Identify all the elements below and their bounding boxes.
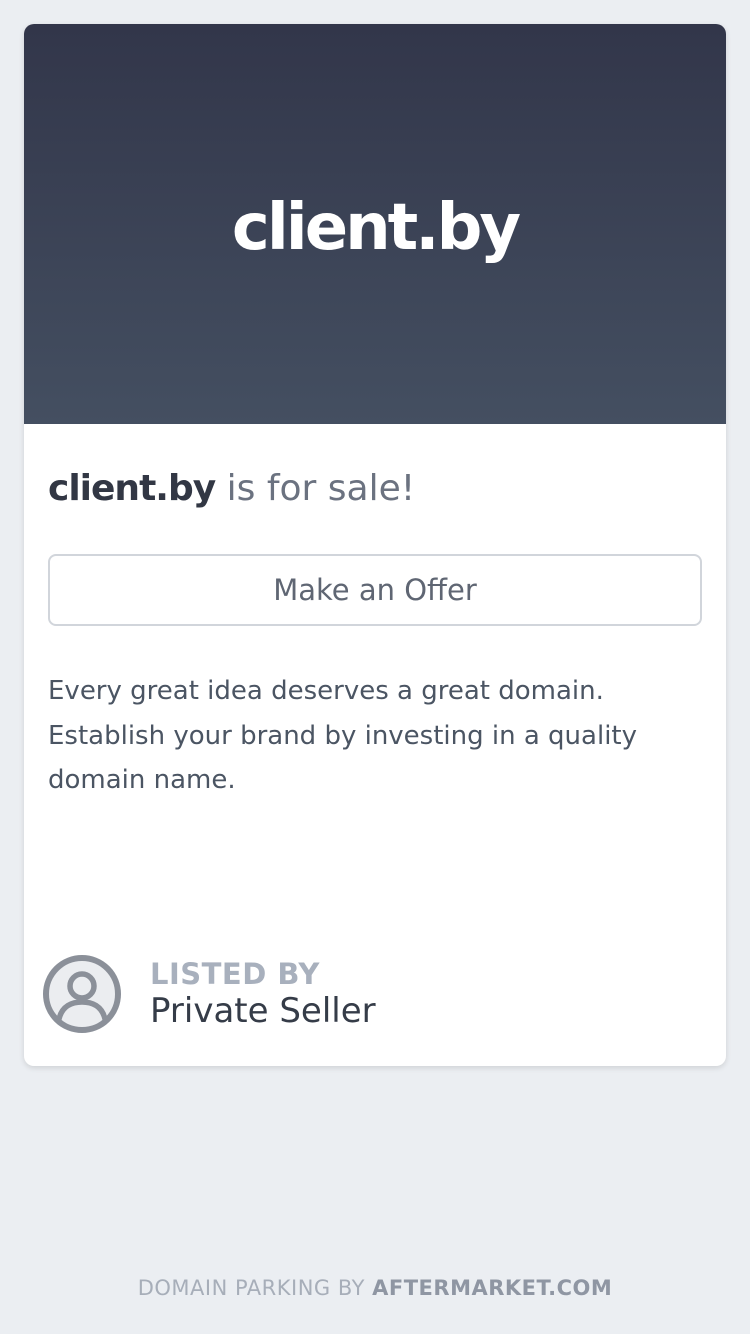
seller-name: Private Seller xyxy=(150,991,376,1031)
make-offer-button[interactable]: Make an Offer xyxy=(48,554,702,626)
hero-domain-title: client.by xyxy=(231,191,521,265)
description-text: Every great idea deserves a great domain… xyxy=(48,676,637,795)
headline-domain: client.by xyxy=(48,468,216,509)
user-circle-icon xyxy=(43,955,121,1033)
domain-sale-card: client.by client.by is for sale! Make an… xyxy=(24,24,726,1066)
footer-prefix: DOMAIN PARKING BY xyxy=(137,1276,373,1300)
hero-banner: client.by xyxy=(24,24,726,424)
footer: DOMAIN PARKING BY AFTERMARKET.COM xyxy=(0,1276,750,1300)
seller-info: LISTED BY Private Seller xyxy=(42,954,376,1034)
seller-text: LISTED BY Private Seller xyxy=(150,957,376,1031)
sale-headline: client.by is for sale! xyxy=(48,464,415,514)
headline-suffix: is for sale! xyxy=(215,468,416,509)
listed-by-label: LISTED BY xyxy=(150,957,320,991)
footer-brand-link[interactable]: AFTERMARKET.COM xyxy=(372,1276,612,1300)
